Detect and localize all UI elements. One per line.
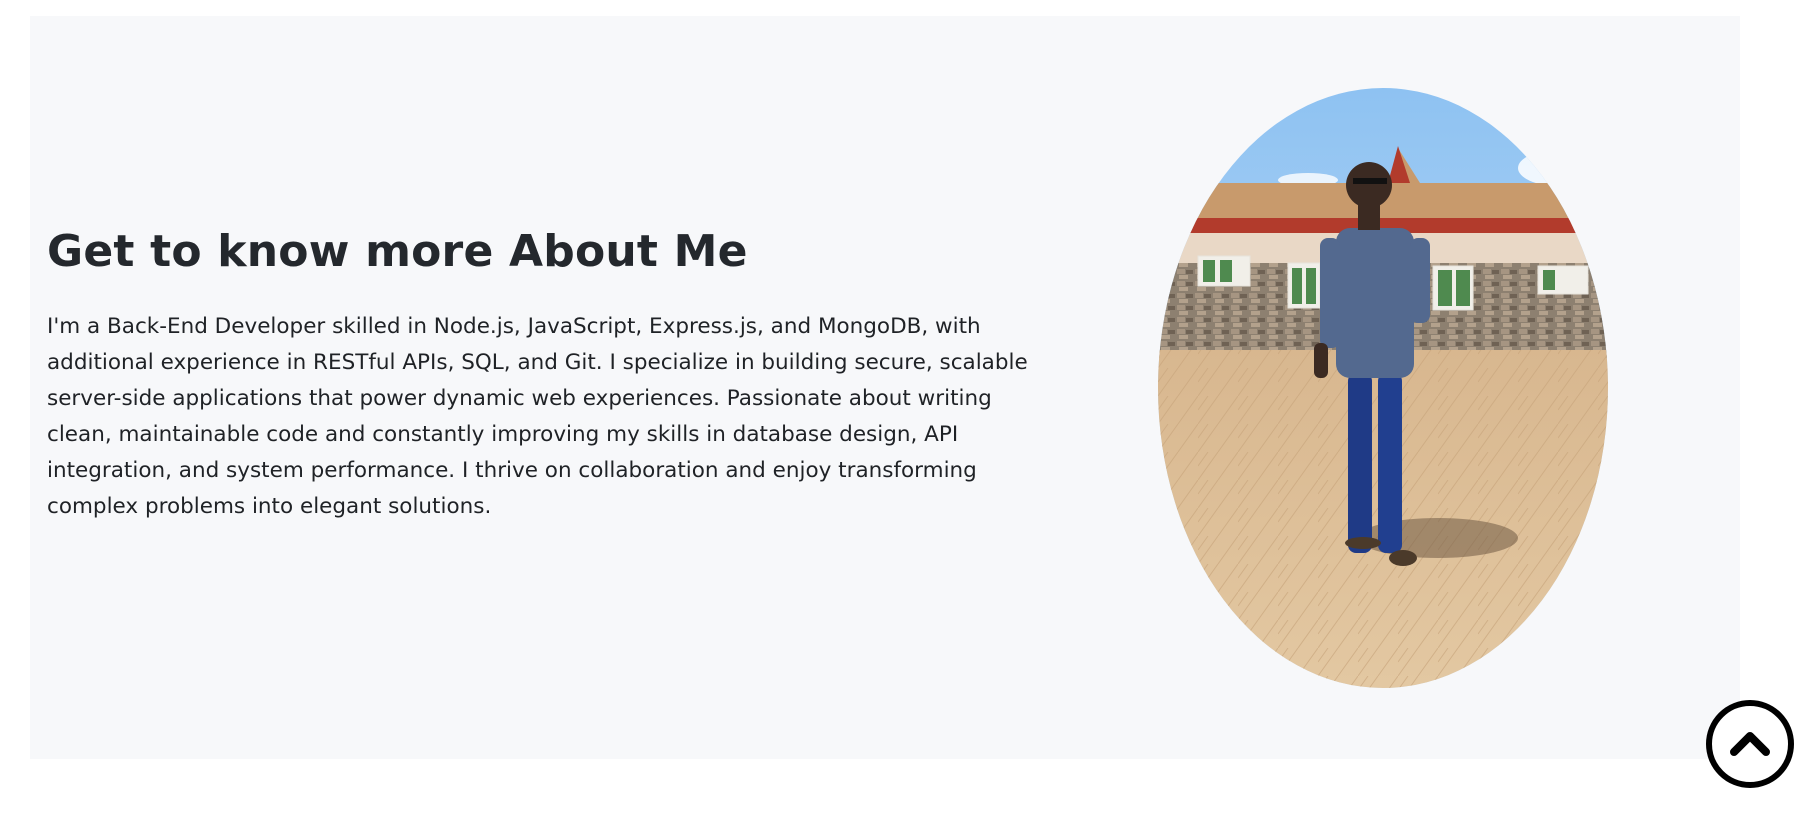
scroll-to-top-button[interactable] (1706, 700, 1794, 788)
about-section: Get to know more About Me I'm a Back-End… (30, 16, 1740, 759)
about-title: Get to know more About Me (47, 226, 748, 277)
about-paragraph: I'm a Back-End Developer skilled in Node… (47, 313, 1028, 519)
profile-photo (1158, 88, 1608, 688)
about-text-block: Get to know more About Me I'm a Back-End… (47, 226, 1047, 525)
chevron-up-icon (1730, 732, 1770, 756)
